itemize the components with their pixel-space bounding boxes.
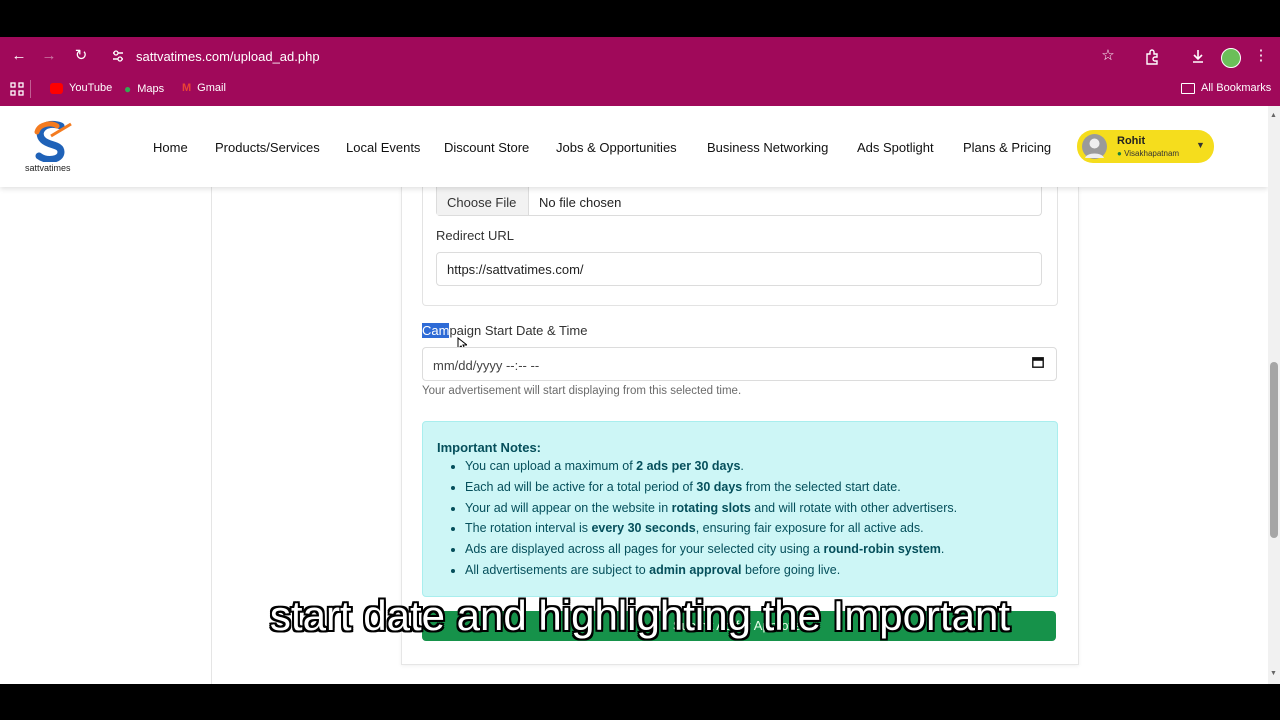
- calendar-icon[interactable]: [1032, 356, 1044, 368]
- bookmark-gmail[interactable]: M Gmail: [182, 82, 226, 94]
- nav-jobs-opportunities[interactable]: Jobs & Opportunities: [556, 140, 677, 155]
- campaign-start-label: Campaign Start Date & Time: [422, 323, 588, 338]
- nav-discount-store[interactable]: Discount Store: [444, 140, 529, 155]
- choose-file-button[interactable]: Choose File: [437, 187, 529, 215]
- user-name: Rohit: [1117, 135, 1146, 147]
- video-letterbox-bottom: [0, 684, 1280, 720]
- site-settings-icon[interactable]: [111, 49, 125, 63]
- scrollbar-thumb[interactable]: [1270, 362, 1278, 538]
- address-bar[interactable]: sattvatimes.com/upload_ad.php: [136, 49, 320, 64]
- list-item: Each ad will be active for a total perio…: [465, 477, 1065, 498]
- profile-avatar-icon[interactable]: [1221, 48, 1241, 68]
- notes-list: You can upload a maximum of 2 ads per 30…: [438, 456, 1065, 581]
- maps-pin-icon: ●: [124, 82, 132, 96]
- scroll-up-icon[interactable]: ▲: [1270, 112, 1277, 119]
- location-pin-icon: ●: [1117, 149, 1122, 158]
- gmail-icon: M: [182, 82, 192, 94]
- apps-grid-icon[interactable]: [10, 82, 24, 96]
- nav-plans-pricing[interactable]: Plans & Pricing: [963, 140, 1051, 155]
- site-header: sattvatimes Home Products/Services Local…: [0, 106, 1268, 187]
- list-item: The rotation interval is every 30 second…: [465, 518, 1065, 539]
- reload-icon[interactable]: ↻: [71, 46, 91, 66]
- user-location: ● Visakhapatnam: [1117, 149, 1180, 158]
- menu-kebab-icon[interactable]: ⋮: [1251, 46, 1271, 66]
- list-item: All advertisements are subject to admin …: [465, 560, 1065, 581]
- file-input[interactable]: Choose File No file chosen: [436, 187, 1042, 216]
- important-notes-box: Important Notes: You can upload a maximu…: [422, 421, 1058, 597]
- file-status: No file chosen: [539, 195, 622, 210]
- avatar: [1082, 134, 1107, 159]
- video-letterbox-top: [0, 0, 1280, 37]
- redirect-url-input[interactable]: https://sattvatimes.com/: [436, 252, 1042, 286]
- list-item: You can upload a maximum of 2 ads per 30…: [465, 456, 1065, 477]
- all-bookmarks-folder[interactable]: All Bookmarks: [1181, 82, 1271, 94]
- notes-title: Important Notes:: [437, 440, 541, 455]
- browser-chrome: ← → ↻ sattvatimes.com/upload_ad.php ☆ ⋮ …: [0, 37, 1280, 106]
- nav-products-services[interactable]: Products/Services: [215, 140, 320, 155]
- user-menu[interactable]: Rohit ● Visakhapatnam ▼: [1077, 130, 1214, 163]
- list-item: Ads are displayed across all pages for y…: [465, 539, 1065, 560]
- forward-arrow-icon[interactable]: →: [39, 46, 59, 66]
- nav-business-networking[interactable]: Business Networking: [707, 140, 828, 155]
- video-caption: start date and highlighting the Importan…: [269, 592, 1011, 639]
- list-item: Your ad will appear on the website in ro…: [465, 498, 1065, 519]
- bookmark-youtube[interactable]: YouTube: [50, 82, 112, 94]
- redirect-url-label: Redirect URL: [436, 228, 515, 243]
- scroll-down-icon[interactable]: ▼: [1270, 670, 1277, 677]
- extensions-icon[interactable]: [1144, 49, 1160, 65]
- folder-icon: [1181, 82, 1195, 94]
- bookmarks-divider: [30, 80, 31, 98]
- nav-home[interactable]: Home: [153, 140, 188, 155]
- bookmark-star-icon[interactable]: ☆: [1098, 46, 1118, 66]
- selected-text-highlight: Cam: [422, 323, 450, 338]
- back-arrow-icon[interactable]: ←: [9, 46, 29, 66]
- sattvatimes-logo[interactable]: sattvatimes: [25, 118, 81, 174]
- download-icon[interactable]: [1190, 48, 1206, 64]
- youtube-icon: [50, 82, 63, 94]
- campaign-datetime-input[interactable]: mm/dd/yyyy --:-- --: [422, 347, 1057, 381]
- nav-ads-spotlight[interactable]: Ads Spotlight: [857, 140, 934, 155]
- datetime-help-text: Your advertisement will start displaying…: [422, 385, 742, 397]
- nav-local-events[interactable]: Local Events: [346, 140, 420, 155]
- chevron-down-icon: ▼: [1196, 140, 1205, 150]
- bookmark-maps[interactable]: ● Maps: [124, 82, 164, 96]
- logo-mark-icon: [34, 121, 72, 163]
